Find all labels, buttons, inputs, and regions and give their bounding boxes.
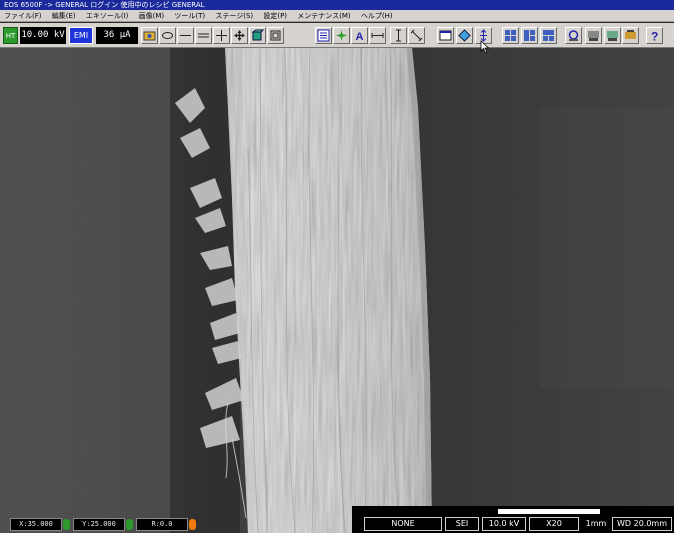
stage-rotation-field[interactable]: R:0.0 <box>136 518 188 531</box>
magnification-field: X20 <box>529 517 579 531</box>
sem-app-window: EOS 6500F -> GENERAL ログイン 使用中のレシピ GENERA… <box>0 0 674 533</box>
image-a-icon[interactable] <box>565 27 582 44</box>
height-measure-icon[interactable] <box>390 27 407 44</box>
toolbar: HT 10.00 kV EMI 36 μA A ? <box>0 23 674 48</box>
mode-field: NONE <box>364 517 442 531</box>
accelerating-voltage-field: 10.0 kV <box>482 517 526 531</box>
image-d-icon[interactable] <box>622 27 639 44</box>
diamond-icon[interactable] <box>456 27 473 44</box>
grid-a-icon[interactable] <box>502 27 519 44</box>
menu-edit[interactable]: 編集(E) <box>48 10 80 21</box>
menu-maintenance[interactable]: メンテナンス(M) <box>293 10 354 21</box>
vertical-line-icon[interactable] <box>195 27 212 44</box>
emission-current-field[interactable]: 36 μA <box>96 27 138 44</box>
menu-file[interactable]: ファイル(F) <box>0 10 46 21</box>
grid-c-icon[interactable] <box>540 27 557 44</box>
menu-settings[interactable]: 設定(P) <box>259 10 291 21</box>
starburst-icon[interactable] <box>333 27 350 44</box>
sem-image-viewer[interactable] <box>0 48 674 533</box>
menu-stage[interactable]: ステージ(S) <box>211 10 257 21</box>
mouse-cursor-icon <box>480 40 490 54</box>
stage-rotation-indicator <box>189 519 196 530</box>
width-measure-icon[interactable] <box>369 27 386 44</box>
menu-help[interactable]: ヘルプ(H) <box>357 10 397 21</box>
stage-x-indicator <box>63 519 70 530</box>
menu-image[interactable]: 画像(M) <box>135 10 169 21</box>
svg-text:?: ? <box>651 30 658 43</box>
menu-bar: ファイル(F) 編集(E) エキソール(I) 画像(M) ツール(T) ステージ… <box>0 10 674 22</box>
horizontal-line-icon[interactable] <box>177 27 194 44</box>
svg-text:A: A <box>356 31 364 42</box>
stage-y-field[interactable]: Y:25.000 <box>73 518 125 531</box>
detector-field: SEI <box>445 517 479 531</box>
box-3d-icon[interactable] <box>249 27 266 44</box>
image-info-panel: NONE SEI 10.0 kV X20 1mm WD 20.0mm <box>352 506 674 533</box>
emi-button[interactable]: EMI <box>69 27 93 44</box>
scale-bar <box>498 509 600 514</box>
window-title: EOS 6500F -> GENERAL ログイン 使用中のレシピ GENERA… <box>0 0 674 10</box>
image-c-icon[interactable] <box>604 27 621 44</box>
menu-tools[interactable]: ツール(T) <box>170 10 209 21</box>
text-icon[interactable]: A <box>351 27 368 44</box>
image-capture-icon[interactable] <box>141 27 158 44</box>
crosshair-icon[interactable] <box>213 27 230 44</box>
stage-y-indicator <box>126 519 133 530</box>
grid-b-icon[interactable] <box>521 27 538 44</box>
image-b-icon[interactable] <box>585 27 602 44</box>
move-icon[interactable] <box>231 27 248 44</box>
window-icon[interactable] <box>437 27 454 44</box>
stage-x-field[interactable]: X:35.000 <box>10 518 62 531</box>
frame-icon[interactable] <box>267 27 284 44</box>
help-icon[interactable]: ? <box>646 27 663 44</box>
working-distance-field: WD 20.0mm <box>612 517 672 531</box>
scan-icon[interactable] <box>315 27 332 44</box>
voltage-field[interactable]: 10.00 kV <box>20 27 66 44</box>
ht-indicator[interactable]: HT <box>3 27 18 44</box>
menu-evac[interactable]: エキソール(I) <box>82 10 133 21</box>
sem-micrograph <box>0 48 674 533</box>
diagonal-measure-icon[interactable] <box>408 27 425 44</box>
ellipse-icon[interactable] <box>159 27 176 44</box>
scale-label: 1mm <box>585 519 607 528</box>
